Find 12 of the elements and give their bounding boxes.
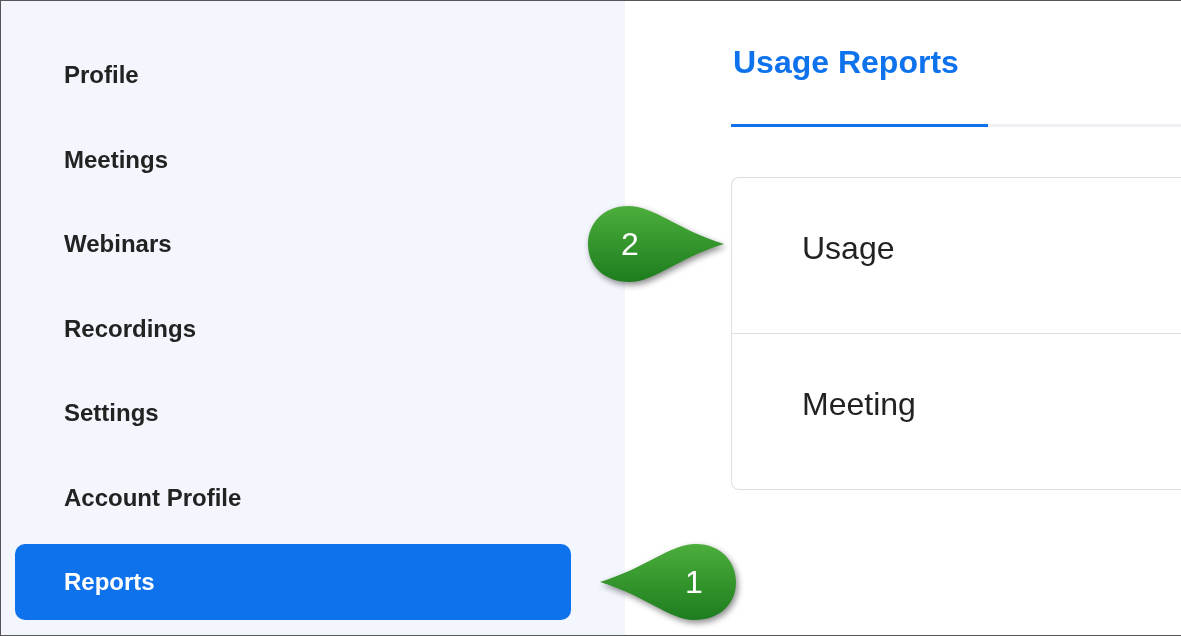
callout-number: 1 — [685, 563, 703, 602]
sidebar-item[interactable]: Profile — [15, 37, 571, 113]
tab[interactable]: Usage Reports — [731, 4, 988, 127]
report-item[interactable]: Usage — [732, 178, 1181, 333]
report-item[interactable]: Meeting — [732, 333, 1181, 489]
sidebar-item[interactable]: Meetings — [15, 121, 571, 198]
sidebar-item[interactable]: Recordings — [15, 290, 571, 367]
callout-number: 2 — [621, 225, 639, 264]
sidebar-item[interactable]: Reports — [15, 544, 571, 620]
sidebar-item[interactable]: Webinars — [15, 206, 571, 282]
sidebar-item[interactable]: Settings — [15, 375, 571, 451]
sidebar-item[interactable]: Account Profile — [15, 459, 571, 536]
